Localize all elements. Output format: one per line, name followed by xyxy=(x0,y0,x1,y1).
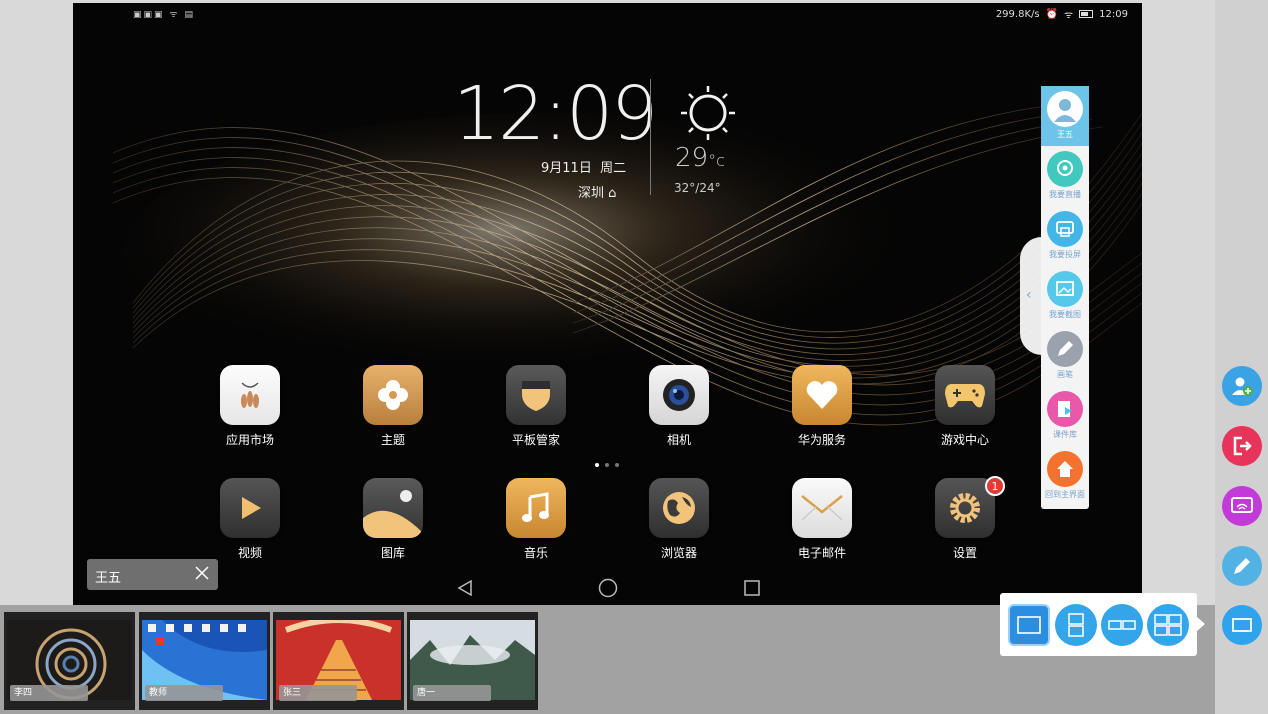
battery-icon xyxy=(1079,10,1094,18)
page-dot xyxy=(605,463,609,467)
wireless-cast-icon xyxy=(1231,497,1253,513)
app-music[interactable]: 音乐 xyxy=(491,478,581,561)
layout-vertical-split-button[interactable] xyxy=(1055,604,1097,646)
wireless-cast-button[interactable] xyxy=(1222,486,1262,526)
app-tablet-manager[interactable]: 平板管家 xyxy=(491,365,581,448)
page-indicator xyxy=(595,463,619,467)
clock-weather-widget[interactable]: 12:09 9月11日 周二 深圳 ⌂ 29°c 32°/24° xyxy=(453,71,753,201)
side-cast-button[interactable]: 我要投屏 xyxy=(1041,206,1089,266)
status-time: 12:09 xyxy=(1099,8,1128,20)
back-icon[interactable] xyxy=(453,576,477,600)
popup-pointer xyxy=(1197,617,1205,631)
widget-divider xyxy=(650,79,651,195)
network-speed: 299.8K/s xyxy=(995,8,1040,20)
weather-temp: 29°c xyxy=(675,143,725,173)
tablet-manager-icon xyxy=(506,365,566,425)
student-thumbnail[interactable]: 教师 xyxy=(139,612,270,710)
student-thumbnail[interactable]: 张三 xyxy=(273,612,404,710)
huawei-service-icon xyxy=(792,365,852,425)
layout-toggle-button[interactable] xyxy=(1222,605,1262,645)
pen-icon xyxy=(1234,558,1250,574)
music-icon xyxy=(506,478,566,538)
screenshot-icon xyxy=(1047,271,1083,307)
game-center-icon xyxy=(935,365,995,425)
app-gallery[interactable]: 图库 xyxy=(348,478,438,561)
avatar-icon xyxy=(1047,91,1083,127)
layout-quad-icon xyxy=(1154,614,1182,636)
chevron-left-icon: ‹ xyxy=(1026,287,1032,303)
student-thumbnail[interactable]: 唐一 xyxy=(407,612,538,710)
side-screenshot-button[interactable]: 我要截图 xyxy=(1041,266,1089,326)
app-video[interactable]: 视频 xyxy=(205,478,295,561)
browser-icon xyxy=(649,478,709,538)
home-icon[interactable] xyxy=(596,576,620,600)
status-right: 299.8K/s ⏰ ᯤ 12:09 xyxy=(995,7,1128,22)
app-camera[interactable]: 相机 xyxy=(634,365,724,448)
side-courseware-button[interactable]: 课件库 xyxy=(1041,386,1089,446)
student-thumbnail[interactable]: 李四 xyxy=(4,612,135,710)
annotate-button[interactable] xyxy=(1222,546,1262,586)
layout-quad-button[interactable] xyxy=(1147,604,1189,646)
layout-vertical-split-icon xyxy=(1068,613,1084,637)
app-market[interactable]: 应用市场 xyxy=(205,365,295,448)
side-live-button[interactable]: 我要直播 xyxy=(1041,146,1089,206)
app-huawei-service[interactable]: 华为服务 xyxy=(777,365,867,448)
gallery-icon xyxy=(363,478,423,538)
add-user-icon xyxy=(1232,377,1253,396)
tablet-screen[interactable]: ▣▣▣ ᯤ ▤ 299.8K/s ⏰ ᯤ 12:09 12:09 9月11日 周… xyxy=(73,3,1142,605)
app-theme[interactable]: 主题 xyxy=(348,365,438,448)
courseware-icon xyxy=(1047,391,1083,427)
notification-icons: ▣▣▣ ᯤ ▤ xyxy=(133,10,195,20)
video-icon xyxy=(220,478,280,538)
live-icon xyxy=(1047,151,1083,187)
exit-icon xyxy=(1233,436,1252,456)
layout-horizontal-split-icon xyxy=(1108,620,1136,630)
side-home-button[interactable]: 回到主界面 xyxy=(1041,446,1089,506)
side-pen-button[interactable]: 画笔 xyxy=(1041,326,1089,386)
camera-icon xyxy=(649,365,709,425)
exit-button[interactable] xyxy=(1222,426,1262,466)
clock-time: 12:09 xyxy=(453,71,658,157)
side-toolbar: 王五 我要直播 我要投屏 我要截图 画笔 课件库 回到主界面 xyxy=(1041,86,1089,509)
close-icon[interactable] xyxy=(194,565,210,581)
page-dot xyxy=(595,463,599,467)
app-email[interactable]: 电子邮件 xyxy=(777,478,867,561)
app-market-icon xyxy=(220,365,280,425)
wifi-icon: ᯤ xyxy=(1064,10,1074,21)
sun-icon xyxy=(681,86,735,140)
layout-horizontal-split-button[interactable] xyxy=(1101,604,1143,646)
email-icon xyxy=(792,478,852,538)
app-browser[interactable]: 浏览器 xyxy=(634,478,724,561)
add-user-button[interactable] xyxy=(1222,366,1262,406)
user-tag-name: 王五 xyxy=(95,571,122,586)
settings-badge: 1 xyxy=(985,476,1005,496)
user-tag[interactable]: 王五 xyxy=(87,559,218,590)
status-bar: ▣▣▣ ᯤ ▤ 299.8K/s ⏰ ᯤ 12:09 xyxy=(73,3,1142,23)
alarm-icon: ⏰ xyxy=(1045,8,1059,20)
clock-city: 深圳 ⌂ xyxy=(578,186,617,201)
layout-single-button[interactable] xyxy=(1008,604,1050,646)
theme-icon xyxy=(363,365,423,425)
app-game-center[interactable]: 游戏中心 xyxy=(920,365,1010,448)
page-dot xyxy=(615,463,619,467)
pen-icon xyxy=(1047,331,1083,367)
desktop: ▣▣▣ ᯤ ▤ 299.8K/s ⏰ ᯤ 12:09 12:09 9月11日 周… xyxy=(0,0,1268,714)
single-screen-icon xyxy=(1232,618,1252,632)
home-location-icon: ⌂ xyxy=(608,186,617,201)
weather-range: 32°/24° xyxy=(674,181,721,195)
layout-single-icon xyxy=(1017,616,1041,634)
side-user[interactable]: 王五 xyxy=(1041,86,1089,146)
layout-selector-popup xyxy=(1000,593,1197,656)
cast-icon xyxy=(1047,211,1083,247)
navigation-bar xyxy=(453,576,773,602)
clock-date: 9月11日 周二 xyxy=(541,161,627,176)
home-icon xyxy=(1047,451,1083,487)
recents-icon[interactable] xyxy=(740,576,764,600)
app-settings[interactable]: 1 设置 xyxy=(920,476,1010,561)
